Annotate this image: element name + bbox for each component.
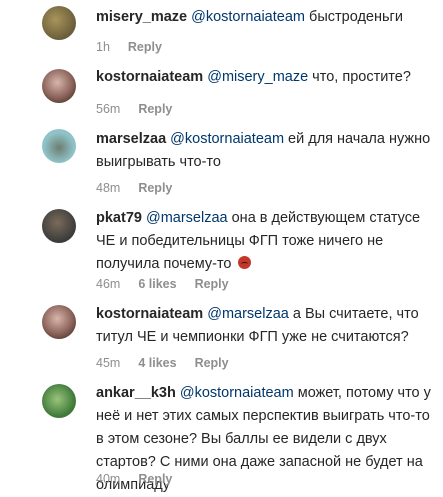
comment-text: что, простите?	[308, 69, 411, 85]
avatar[interactable]	[42, 6, 76, 40]
comment-time: 48m	[96, 181, 121, 195]
avatar[interactable]	[42, 69, 76, 103]
comment-time: 56m	[96, 102, 121, 116]
comment-meta: 40m Reply	[96, 472, 190, 486]
comment-time: 40m	[96, 472, 121, 486]
username-link[interactable]: kostornaiateam	[96, 69, 203, 85]
comment-meta: 1h Reply	[96, 40, 180, 54]
angry-face-icon	[237, 256, 251, 269]
username-link[interactable]: marselzaa	[96, 131, 166, 147]
comment-text: она в действующем статусе ЧЕ и победител…	[96, 210, 421, 272]
mention-link[interactable]: @kostornaiateam	[170, 131, 284, 147]
avatar[interactable]	[42, 209, 76, 243]
reply-button[interactable]: Reply	[128, 40, 162, 54]
comment-body: marselzaa @kostornaiateam ей для начала …	[96, 128, 436, 174]
mention-link[interactable]: @kostornaiateam	[180, 385, 294, 401]
comment-meta: 46m 6 likes Reply	[96, 277, 247, 291]
reply-button[interactable]: Reply	[138, 472, 172, 486]
mention-link[interactable]: @kostornaiateam	[191, 9, 305, 25]
avatar[interactable]	[42, 129, 76, 163]
avatar[interactable]	[42, 305, 76, 339]
likes-count[interactable]: 6 likes	[138, 277, 176, 291]
username-link[interactable]: pkat79	[96, 210, 142, 226]
comment-time: 1h	[96, 40, 110, 54]
comment-body: kostornaiateam @misery_maze что, простит…	[96, 66, 436, 89]
avatar[interactable]	[42, 384, 76, 418]
reply-button[interactable]: Reply	[138, 181, 172, 195]
mention-link[interactable]: @marselzaa	[146, 210, 228, 226]
reply-button[interactable]: Reply	[195, 277, 229, 291]
comment-body: misery_maze @kostornaiateam быстроденьги	[96, 6, 436, 29]
comment-meta: 45m 4 likes Reply	[96, 356, 247, 370]
comment-meta: 48m Reply	[96, 181, 190, 195]
username-link[interactable]: misery_maze	[96, 9, 187, 25]
comment-body: pkat79 @marselzaa она в действующем стат…	[96, 207, 436, 276]
comment-text: быстроденьги	[304, 9, 403, 25]
comment-body: kostornaiateam @marselzaa а Вы считаете,…	[96, 303, 436, 349]
username-link[interactable]: kostornaiateam	[96, 306, 203, 322]
comment-time: 46m	[96, 277, 121, 291]
username-link[interactable]: ankar__k3h	[96, 385, 176, 401]
likes-count[interactable]: 4 likes	[138, 356, 176, 370]
mention-link[interactable]: @misery_maze	[207, 69, 308, 85]
reply-button[interactable]: Reply	[138, 102, 172, 116]
mention-link[interactable]: @marselzaa	[207, 306, 289, 322]
comment-time: 45m	[96, 356, 121, 370]
comment-meta: 56m Reply	[96, 102, 190, 116]
reply-button[interactable]: Reply	[195, 356, 229, 370]
